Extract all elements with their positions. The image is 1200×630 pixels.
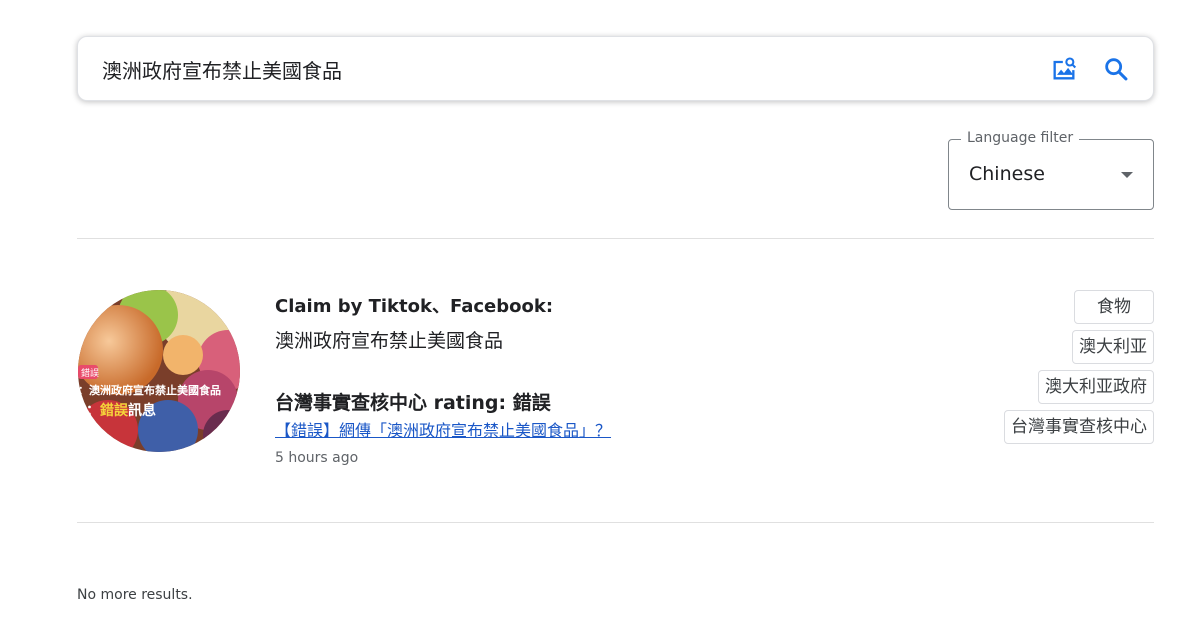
claim-source: Claim by Tiktok、Facebook: (275, 296, 554, 317)
thumbnail-caption-rest: 訊息 (128, 402, 156, 419)
divider (77, 522, 1154, 523)
claim-text: 澳洲政府宣布禁止美國食品 (275, 330, 504, 352)
search-input[interactable] (102, 51, 1002, 87)
rating-line: 台灣事實查核中心 rating: 錯誤 (275, 392, 551, 414)
review-article-link[interactable]: 【錯誤】網傳「澳洲政府宣布禁止美國食品」？ (275, 417, 611, 441)
search-icon[interactable] (1101, 54, 1131, 84)
chevron-down-icon (1121, 172, 1133, 178)
thumbnail-caption-line1: ：澳洲政府宣布禁止美國食品 (78, 383, 221, 397)
image-search-icon[interactable] (1049, 54, 1079, 84)
tag-chip[interactable]: 澳大利亚政府 (1038, 370, 1154, 404)
tag-list: 食物 澳大利亚 澳大利亚政府 台灣事實查核中心 (1004, 290, 1154, 444)
result-thumbnail[interactable]: 錯誤 ：澳洲政府宣布禁止美國食品 ：錯誤訊息 (78, 290, 240, 452)
search-box (77, 36, 1154, 101)
thumbnail-badge-text: 錯誤 (81, 367, 99, 379)
svg-text:：錯誤訊息: ：錯誤訊息 (86, 402, 156, 419)
language-filter-label: Language filter (961, 130, 1080, 146)
divider (77, 238, 1154, 239)
tag-chip[interactable]: 食物 (1074, 290, 1154, 324)
language-filter-value: Chinese (969, 163, 1045, 185)
timestamp: 5 hours ago (275, 450, 359, 466)
no-more-results-text: No more results. (77, 587, 193, 603)
language-filter-select[interactable]: Language filter Chinese (948, 130, 1154, 210)
tag-chip[interactable]: 台灣事實查核中心 (1004, 410, 1154, 444)
thumbnail-caption-highlight: 錯誤 (100, 402, 129, 419)
tag-chip[interactable]: 澳大利亚 (1072, 330, 1154, 364)
